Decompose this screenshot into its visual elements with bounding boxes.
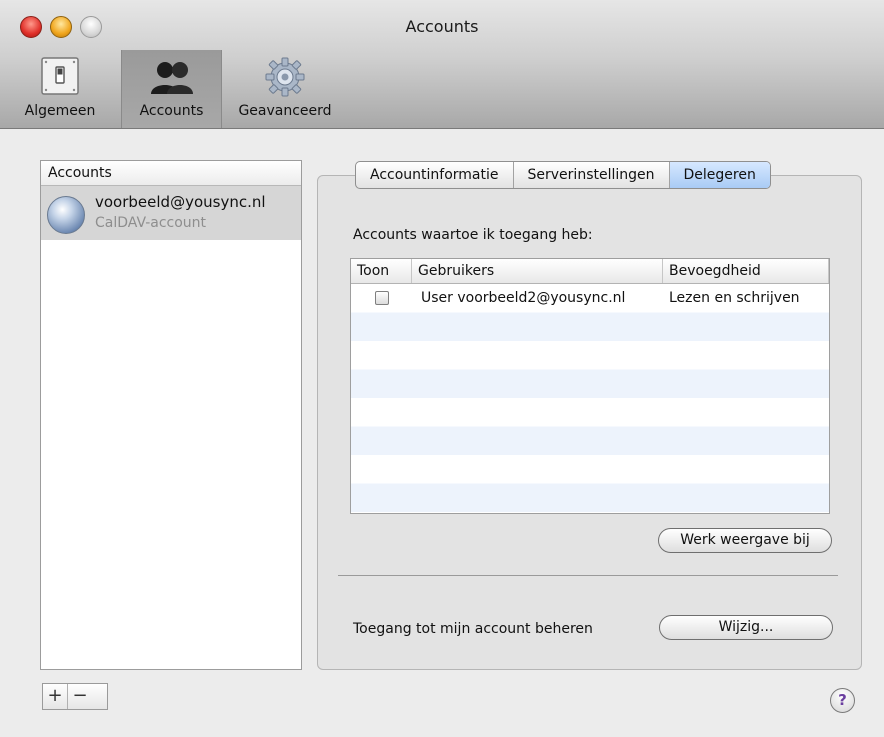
show-checkbox[interactable] [375, 291, 389, 305]
people-icon [150, 62, 193, 94]
refresh-view-button[interactable]: Werk weergave bij [658, 528, 832, 553]
user-cell: User voorbeeld2@yousync.nl [421, 290, 626, 306]
globe-icon [47, 196, 85, 234]
add-account-button[interactable]: + [43, 684, 67, 709]
gear-icon [265, 57, 305, 97]
table-header: Toon Gebruikers Bevoegdheid [351, 259, 829, 284]
tab-accountinformatie[interactable]: Accountinformatie [356, 162, 513, 188]
account-type: CalDAV-account [95, 215, 207, 231]
title-bar: Accounts Algemeen Accounts Geavanceerd [0, 0, 884, 129]
toolbar-item-accounts[interactable]: Accounts [121, 50, 222, 128]
toolbar-label: Algemeen [24, 103, 96, 119]
toolbar-label: Geavanceerd [238, 103, 332, 119]
account-name: voorbeeld@yousync.nl [95, 193, 266, 211]
remove-account-button[interactable]: − [67, 684, 92, 709]
window-title: Accounts [405, 17, 479, 36]
toolbar-label: Accounts [139, 103, 204, 119]
table-body: User voorbeeld2@yousync.nl Lezen en schr… [351, 284, 829, 513]
access-label: Toegang tot mijn account beheren [353, 621, 593, 637]
tab-delegeren[interactable]: Delegeren [668, 162, 770, 188]
help-button[interactable]: ? [830, 688, 855, 713]
column-header-bevoegdheid[interactable]: Bevoegdheid [663, 259, 829, 283]
show-cell [351, 284, 412, 312]
tab-serverinstellingen[interactable]: Serverinstellingen [512, 162, 669, 188]
toolbar-item-geavanceerd[interactable]: Geavanceerd [230, 50, 340, 128]
preferences-window: Accounts Algemeen Accounts Geavanceerd A… [0, 0, 884, 737]
accounts-list[interactable]: Accounts voorbeeld@yousync.nl CalDAV-acc… [40, 160, 302, 670]
column-header-gebruikers[interactable]: Gebruikers [412, 259, 663, 283]
add-remove-control: + − [42, 683, 108, 710]
edit-access-button[interactable]: Wijzig... [659, 615, 833, 640]
switch-icon [41, 57, 79, 95]
permission-cell: Lezen en schrijven [669, 290, 800, 306]
accounts-list-header: Accounts [41, 161, 301, 186]
toolbar-item-algemeen[interactable]: Algemeen [0, 50, 120, 128]
column-header-toon[interactable]: Toon [351, 259, 412, 283]
account-row[interactable]: voorbeeld@yousync.nl CalDAV-account [41, 186, 301, 240]
delegation-table: Toon Gebruikers Bevoegdheid User voorbee… [350, 258, 830, 514]
table-row[interactable]: User voorbeeld2@yousync.nl Lezen en schr… [351, 284, 829, 312]
divider [338, 575, 838, 576]
delegation-section-label: Accounts waartoe ik toegang heb: [353, 227, 593, 243]
tab-bar: Accountinformatie Serverinstellingen Del… [355, 161, 771, 189]
